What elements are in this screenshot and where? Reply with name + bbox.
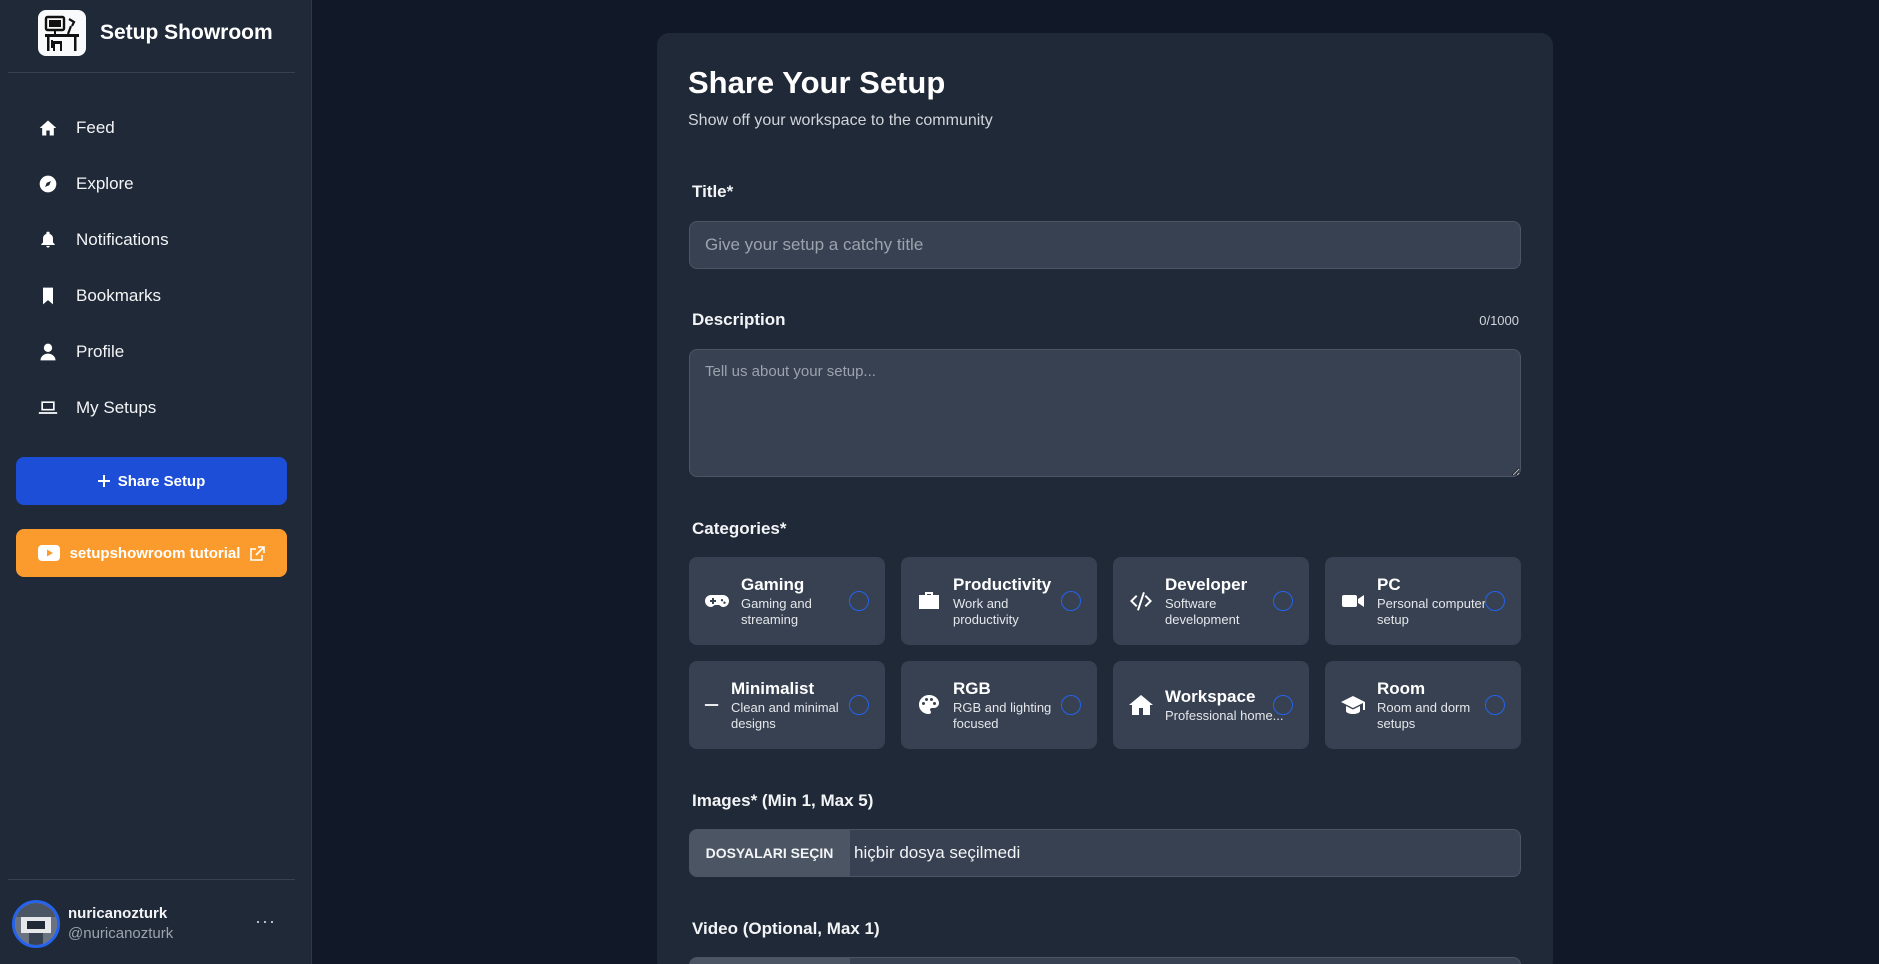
categories-label: Categories* xyxy=(692,519,787,538)
user-icon xyxy=(40,343,56,361)
sidebar-item-my-setups[interactable]: My Setups xyxy=(24,380,294,436)
category-checkbox[interactable] xyxy=(1061,695,1081,715)
category-desc: Work and productivity xyxy=(953,595,1019,627)
compass-icon xyxy=(39,175,57,193)
user-handle: @nuricanozturk xyxy=(68,925,174,942)
category-checkbox[interactable] xyxy=(849,591,869,611)
sidebar-item-label: Profile xyxy=(76,342,125,361)
bell-icon xyxy=(41,231,55,248)
sidebar-item-explore[interactable]: Explore xyxy=(24,156,294,212)
house-icon xyxy=(1127,691,1155,719)
category-developer[interactable]: Developer Software development xyxy=(1113,557,1309,645)
category-checkbox[interactable] xyxy=(1485,695,1505,715)
sidebar-item-bookmarks[interactable]: Bookmarks xyxy=(24,268,294,324)
category-checkbox[interactable] xyxy=(1273,695,1293,715)
choose-files-button[interactable]: DOSYALARI SEÇIN xyxy=(690,830,850,876)
app-title: Setup Showroom xyxy=(100,21,273,44)
category-name: RGB xyxy=(953,678,991,698)
description-counter: 0/1000 xyxy=(1479,313,1519,328)
category-name: PC xyxy=(1377,574,1401,594)
graduation-cap-icon xyxy=(1339,691,1367,719)
user-name: nuricanozturk xyxy=(68,905,168,922)
category-checkbox[interactable] xyxy=(1485,591,1505,611)
video-label: Video (Optional, Max 1) xyxy=(692,919,880,938)
sidebar-item-notifications[interactable]: Notifications xyxy=(24,212,294,268)
category-checkbox[interactable] xyxy=(849,695,869,715)
sidebar-nav: Feed Explore Notifications Bookmarks Pro… xyxy=(24,100,294,436)
sidebar: Setup Showroom Feed Explore Notification… xyxy=(0,0,312,964)
file-status: hiçbir dosya seçilmedi xyxy=(854,843,1021,862)
brand[interactable]: Setup Showroom xyxy=(38,10,273,56)
sidebar-item-label: Bookmarks xyxy=(76,286,162,305)
choose-video-button[interactable] xyxy=(690,958,850,964)
category-desc: Software development xyxy=(1165,595,1240,627)
sidebar-item-label: My Setups xyxy=(76,398,157,417)
title-input[interactable] xyxy=(689,221,1521,269)
category-name: Developer xyxy=(1165,574,1248,594)
minus-icon xyxy=(703,691,721,719)
home-icon xyxy=(39,120,57,136)
briefcase-icon xyxy=(915,587,943,615)
category-checkbox[interactable] xyxy=(1061,591,1081,611)
page-subtitle: Show off your workspace to the community xyxy=(688,112,993,129)
category-pc[interactable]: PC Personal computer setup xyxy=(1325,557,1521,645)
images-label: Images* (Min 1, Max 5) xyxy=(692,791,874,810)
divider xyxy=(8,879,295,880)
description-label: Description xyxy=(692,310,786,329)
category-name: Gaming xyxy=(741,574,805,594)
share-setup-label: Share Setup xyxy=(117,472,206,490)
palette-icon xyxy=(915,691,943,719)
category-name: Minimalist xyxy=(731,678,815,698)
sidebar-item-feed[interactable]: Feed xyxy=(24,100,294,156)
category-productivity[interactable]: Productivity Work and productivity xyxy=(901,557,1097,645)
code-icon xyxy=(1127,587,1155,615)
sidebar-item-label: Explore xyxy=(76,174,134,193)
category-desc: Personal computer setup xyxy=(1377,595,1487,627)
share-setup-form: Share Your Setup Show off your workspace… xyxy=(657,33,1553,964)
category-workspace[interactable]: Workspace Professional home... xyxy=(1113,661,1309,749)
gamepad-icon xyxy=(703,587,731,615)
categories-grid: Gaming Gaming and streaming Productivity… xyxy=(689,557,1522,749)
tutorial-label: setupshowroom tutorial xyxy=(69,544,241,562)
divider xyxy=(8,72,295,73)
category-room[interactable]: Room Room and dorm setups xyxy=(1325,661,1521,749)
laptop-icon xyxy=(38,401,58,414)
share-setup-button[interactable]: Share Setup xyxy=(16,457,287,505)
category-desc: Professional home... xyxy=(1165,707,1284,723)
bookmark-icon xyxy=(43,287,53,305)
page-title: Share Your Setup xyxy=(688,65,946,100)
category-desc: Clean and minimal designs xyxy=(731,699,839,731)
tutorial-button[interactable]: setupshowroom tutorial xyxy=(16,529,287,577)
external-link-icon xyxy=(250,545,266,561)
category-name: Room xyxy=(1377,678,1426,698)
logo-icon xyxy=(38,10,86,56)
description-textarea[interactable] xyxy=(689,349,1521,477)
video-file-input[interactable] xyxy=(689,957,1521,964)
user-profile[interactable]: nuricanozturk @nuricanozturk ··· xyxy=(12,899,292,949)
sidebar-item-label: Notifications xyxy=(76,230,169,249)
sidebar-item-label: Feed xyxy=(76,118,115,137)
title-label: Title* xyxy=(692,182,734,201)
sidebar-item-profile[interactable]: Profile xyxy=(24,324,294,380)
category-desc: RGB and lighting focused xyxy=(953,699,1052,731)
images-file-input[interactable]: DOSYALARI SEÇIN hiçbir dosya seçilmedi xyxy=(689,829,1521,877)
category-checkbox[interactable] xyxy=(1273,591,1293,611)
category-rgb[interactable]: RGB RGB and lighting focused xyxy=(901,661,1097,749)
category-name: Workspace xyxy=(1165,686,1256,706)
category-desc: Gaming and streaming xyxy=(741,595,812,627)
more-options-icon[interactable]: ··· xyxy=(255,911,276,932)
category-name: Productivity xyxy=(953,574,1052,594)
plus-icon xyxy=(97,475,110,487)
avatar xyxy=(12,900,60,948)
youtube-icon xyxy=(37,545,60,561)
video-camera-icon xyxy=(1339,587,1367,615)
category-desc: Room and dorm setups xyxy=(1377,699,1471,731)
category-gaming[interactable]: Gaming Gaming and streaming xyxy=(689,557,885,645)
category-minimalist[interactable]: Minimalist Clean and minimal designs xyxy=(689,661,885,749)
